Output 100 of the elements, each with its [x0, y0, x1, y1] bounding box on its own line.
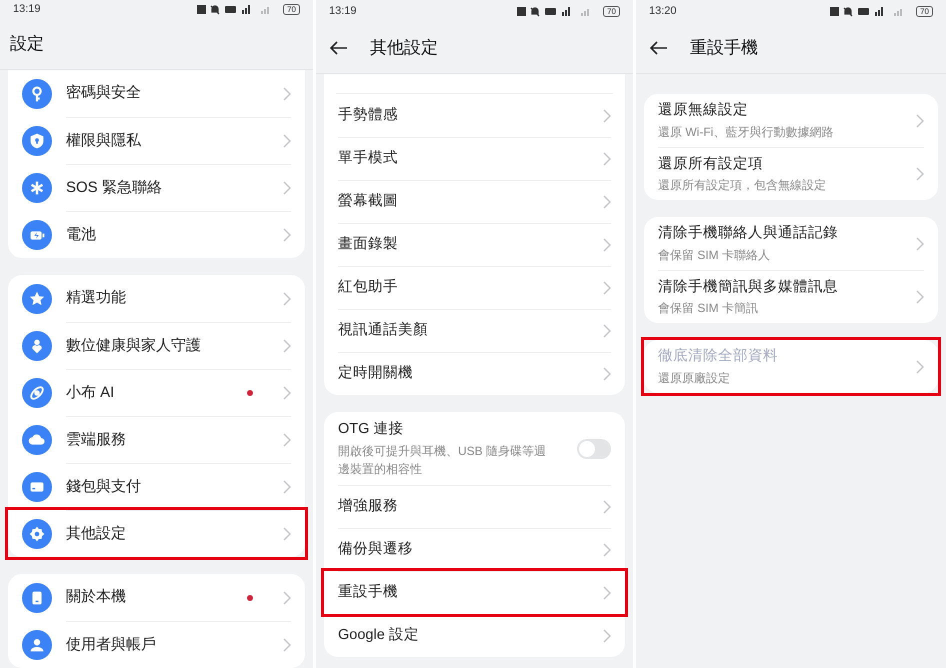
item-label: 清除手機簡訊與多媒體訊息 [658, 278, 839, 297]
chevron-icon [603, 238, 611, 252]
back-arrow-icon[interactable] [650, 40, 668, 54]
settings-item[interactable]: 還原無線設定 還原 Wi-Fi、藍牙與行動數據網路 [644, 94, 938, 147]
settings-item[interactable]: 雲端服務 [8, 416, 305, 463]
item-label: 密碼與安全 [66, 83, 142, 104]
settings-item[interactable]: 數位健康與家人守護 [8, 322, 305, 369]
item-label: 錢包與支付 [66, 476, 142, 497]
chevron-icon [603, 324, 611, 338]
chevron-icon [283, 590, 291, 604]
item-description: 開啟後可提升與耳機、USB 隨身碟等週邊裝置的相容性 [338, 442, 548, 478]
cloud-icon [22, 424, 52, 454]
item-label: 手勢體感 [338, 106, 399, 125]
settings-item[interactable]: 手勢體感 [324, 94, 625, 137]
settings-item[interactable]: 清除手機聯絡人與通話記錄 會保留 SIM 卡聯絡人 [644, 217, 938, 270]
chevron-icon [603, 281, 611, 295]
settings-item[interactable]: 重設手機 [324, 571, 625, 614]
chevron-icon [603, 586, 611, 600]
item-description: 會保留 SIM 卡聯絡人 [658, 246, 772, 264]
chevron-icon [916, 290, 924, 304]
chevron-icon [603, 195, 611, 209]
chevron-icon [283, 386, 291, 400]
item-label: 畫面錄製 [338, 235, 399, 254]
settings-item[interactable]: SOS 緊急聯絡 [8, 164, 305, 211]
item-label: 增強服務 [338, 497, 399, 516]
shield-icon [22, 126, 52, 156]
toggle-switch[interactable] [577, 438, 611, 458]
chevron-icon [916, 167, 924, 181]
item-label: 螢幕截圖 [338, 192, 399, 212]
settings-item[interactable]: 精選功能 [8, 275, 305, 322]
settings-item[interactable]: 密碼與安全 [8, 70, 305, 117]
status-time: 13:20 [649, 4, 677, 19]
item-description: 還原原廠設定 [658, 370, 731, 387]
settings-item[interactable]: 錢包與支付 [8, 463, 305, 510]
item-label: 其他設定 [66, 524, 127, 544]
chevron-icon [283, 433, 291, 447]
settings-item[interactable]: 電池 [8, 211, 305, 258]
item-label: 重設手機 [338, 582, 399, 602]
chevron-icon [283, 292, 291, 306]
battery-icon [22, 220, 52, 250]
asterisk-icon [22, 172, 52, 202]
chevron-icon [283, 638, 291, 652]
settings-item[interactable]: 視訊通話美顏 [324, 309, 625, 352]
item-label: 使用者與帳戶 [66, 634, 157, 655]
chevron-icon [283, 181, 291, 195]
chevron-icon [283, 228, 291, 242]
item-label: 權限與隱私 [66, 130, 142, 151]
item-label: 備份與遷移 [338, 540, 414, 560]
chevron-icon [603, 500, 611, 514]
item-label: 雲端服務 [66, 430, 127, 450]
settings-item[interactable]: 權限與隱私 [8, 117, 305, 164]
settings-item[interactable]: 定時開關機 [324, 352, 625, 395]
settings-item[interactable]: OTG 連接 開啟後可提升與耳機、USB 隨身碟等週邊裝置的相容性 [324, 412, 625, 485]
settings-item[interactable]: 增強服務 [324, 485, 625, 528]
settings-item[interactable]: 其他設定 [8, 510, 305, 557]
battery-indicator: 70 [283, 4, 300, 14]
settings-icon [22, 518, 52, 548]
chevron-icon [603, 152, 611, 166]
back-arrow-icon[interactable] [330, 40, 348, 54]
settings-item[interactable]: 還原所有設定項 還原所有設定項，包含無線設定 [644, 147, 938, 200]
chevron-icon [283, 480, 291, 494]
item-label: 精選功能 [66, 288, 127, 308]
item-label: 紅包助手 [338, 278, 399, 298]
item-label: 單手模式 [338, 148, 399, 168]
battery-indicator: 70 [916, 6, 933, 16]
settings-item[interactable]: Google 設定 [324, 614, 625, 657]
chevron-icon [283, 527, 291, 541]
item-description: 還原所有設定項，包含無線設定 [658, 177, 827, 194]
page-title: 重設手機 [690, 36, 758, 59]
chevron-icon [603, 108, 611, 122]
phone-icon [22, 582, 52, 612]
settings-item[interactable]: 小布 AI [8, 369, 305, 416]
chevron-icon [603, 543, 611, 557]
item-label: 定時開關機 [338, 364, 414, 384]
settings-item[interactable]: 使用者與帳戶 [8, 621, 305, 668]
chevron-icon [283, 339, 291, 353]
settings-item[interactable]: 關於本機 [8, 574, 305, 621]
chevron-icon [916, 114, 924, 128]
settings-item[interactable]: 螢幕截圖 [324, 180, 625, 223]
status-time: 13:19 [13, 2, 41, 17]
heart-person-icon [22, 330, 52, 360]
chevron-icon [603, 367, 611, 381]
item-label: 關於本機 [66, 587, 127, 608]
chevron-icon [916, 236, 924, 250]
settings-item[interactable]: 備份與遷移 [324, 528, 625, 571]
chevron-icon [283, 86, 291, 100]
item-label: 還原所有設定項 [658, 154, 764, 174]
chevron-icon [603, 629, 611, 643]
item-label: 徹底清除全部資料 [658, 346, 779, 366]
item-label: SOS 緊急聯絡 [66, 178, 163, 198]
battery-indicator: 70 [603, 6, 620, 16]
key-icon [22, 78, 52, 108]
settings-item[interactable]: 清除手機簡訊與多媒體訊息 會保留 SIM 卡簡訊 [644, 270, 938, 323]
item-label: 清除手機聯絡人與通話記錄 [658, 224, 839, 244]
settings-item[interactable]: 畫面錄製 [324, 223, 625, 266]
settings-item[interactable]: 單手模式 [324, 137, 625, 180]
chevron-icon [283, 134, 291, 148]
item-description: 會保留 SIM 卡簡訊 [658, 300, 760, 318]
settings-item[interactable]: 紅包助手 [324, 266, 625, 309]
item-label: OTG 連接 [338, 420, 404, 440]
